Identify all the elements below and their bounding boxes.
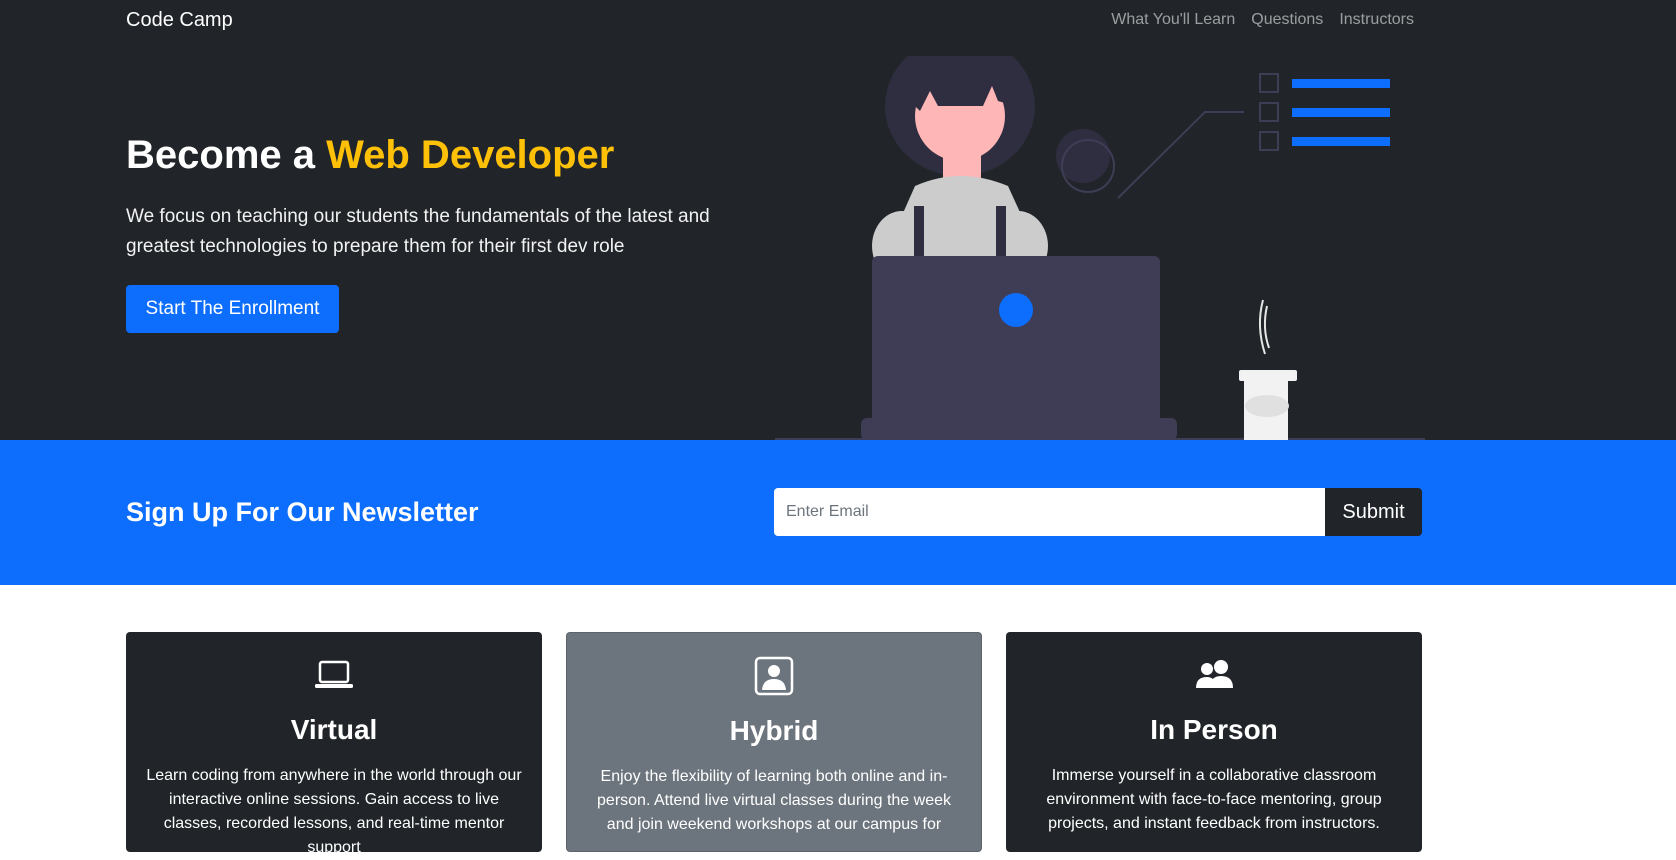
newsletter-title: Sign Up For Our Newsletter bbox=[126, 497, 479, 527]
navbar-links: What You'll Learn Questions Instructors bbox=[1111, 11, 1414, 29]
submit-button[interactable]: Submit bbox=[1325, 488, 1422, 536]
developer-illustration bbox=[775, 56, 1425, 440]
card-virtual: Virtual Learn coding from anywhere in th… bbox=[126, 632, 542, 856]
card-text: Enjoy the flexibility of learning both o… bbox=[597, 768, 951, 833]
laptop-icon bbox=[315, 660, 353, 688]
people-icon bbox=[1196, 660, 1233, 688]
email-input[interactable] bbox=[774, 488, 1326, 536]
card-text: Immerse yourself in a collaborative clas… bbox=[1046, 767, 1382, 832]
card-title: Virtual bbox=[290, 714, 378, 745]
nav-link-questions[interactable]: Questions bbox=[1251, 11, 1323, 29]
card-in-person: In Person Immerse yourself in a collabor… bbox=[1006, 632, 1422, 852]
newsletter-section: Sign Up For Our Newsletter Submit bbox=[0, 440, 1676, 585]
person-badge-icon bbox=[754, 656, 794, 696]
navbar-brand[interactable]: Code Camp bbox=[126, 9, 233, 32]
hero-title-prefix: Become a bbox=[126, 133, 327, 177]
hero-section: Code Camp What You'll Learn Questions In… bbox=[0, 0, 1676, 440]
hero-description: We focus on teaching our students the fu… bbox=[126, 206, 710, 257]
card-title: Hybrid bbox=[729, 715, 819, 746]
start-enrollment-button[interactable]: Start The Enrollment bbox=[126, 285, 339, 333]
card-title: In Person bbox=[1150, 714, 1278, 745]
hero-title-accent: Web Developer bbox=[326, 133, 615, 177]
nav-link-what-youll-learn[interactable]: What You'll Learn bbox=[1111, 11, 1235, 29]
card-text: Learn coding from anywhere in the world … bbox=[146, 767, 522, 856]
hero-title: Become a Web Developer bbox=[126, 129, 614, 181]
nav-link-instructors[interactable]: Instructors bbox=[1339, 11, 1414, 29]
card-hybrid: Hybrid Enjoy the flexibility of learning… bbox=[566, 632, 982, 852]
